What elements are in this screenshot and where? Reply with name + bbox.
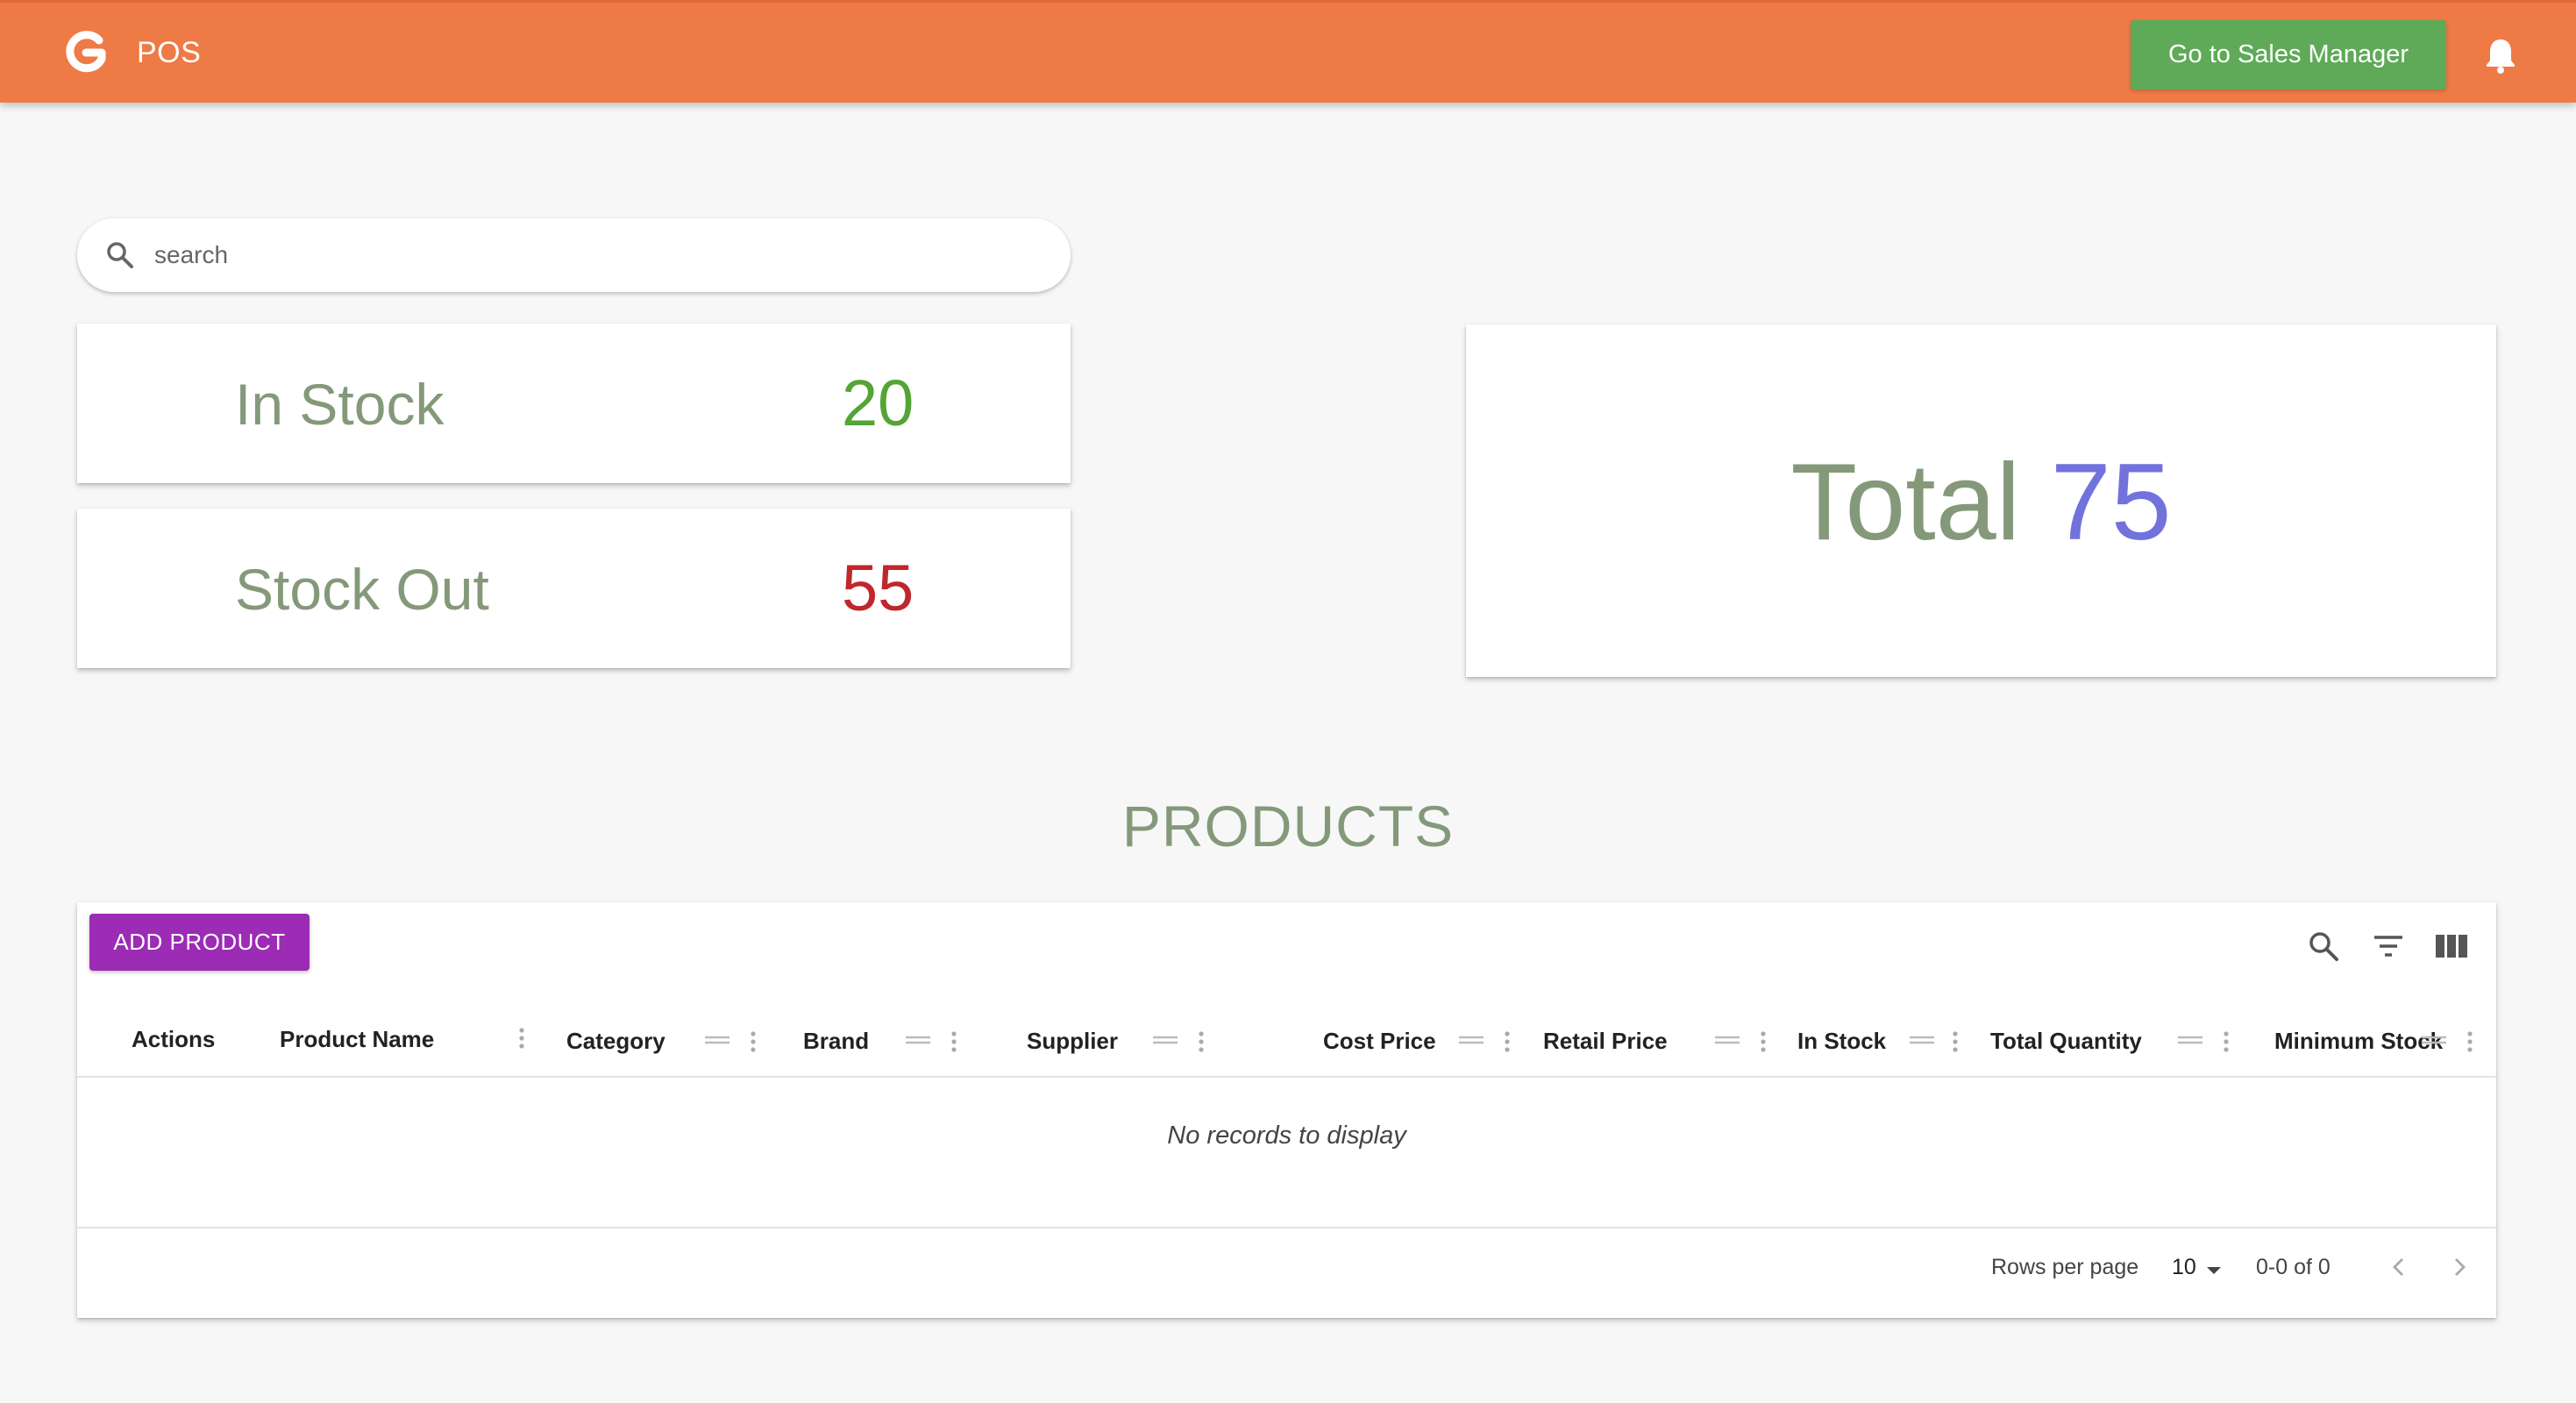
column-label: Actions [132, 1026, 216, 1052]
column-sort-icon[interactable] [2422, 1035, 2446, 1045]
next-page-icon[interactable] [2449, 1255, 2470, 1279]
stock-out-label: Stock Out [235, 557, 489, 622]
rows-per-page-value: 10 [2172, 1255, 2196, 1279]
rows-per-page-select[interactable]: 10 [2167, 1250, 2228, 1285]
column-sort-icon[interactable] [1715, 1035, 1740, 1045]
column-menu-icon[interactable] [1952, 1030, 1959, 1053]
rows-per-page-label: Rows per page [1991, 1255, 2139, 1279]
column-sort-icon[interactable] [2178, 1035, 2202, 1045]
in-stock-label: In Stock [235, 372, 445, 437]
column-header-in-stock[interactable]: In Stock [1778, 981, 1973, 1078]
go-to-sales-manager-button[interactable]: Go to Sales Manager [2131, 20, 2446, 89]
pagination-range: 0-0 of 0 [2256, 1255, 2330, 1279]
search-input[interactable] [154, 231, 1031, 280]
app-bar: POS Go to Sales Manager [0, 0, 2576, 103]
products-table: ADD PRODUCT Actions Product Name Categor… [77, 902, 2496, 1318]
column-sort-icon[interactable] [1459, 1035, 1484, 1045]
column-menu-icon[interactable] [1198, 1030, 1205, 1053]
column-header-supplier[interactable]: Supplier [998, 981, 1261, 1078]
column-header-minimum-stock[interactable]: Minimum Stock [2253, 981, 2496, 1078]
total-value: 75 [2050, 442, 2172, 563]
column-label: Total Quantity [1990, 1028, 2142, 1054]
table-header-row: Actions Product Name Category Brand Supp… [77, 981, 2496, 1078]
column-label: Product Name [280, 1026, 435, 1052]
column-header-actions: Actions [77, 981, 253, 1078]
empty-table-message: No records to display [1167, 1122, 1406, 1150]
column-sort-icon[interactable] [1153, 1035, 1178, 1045]
total-label: Total [1790, 442, 2021, 563]
search-icon [107, 242, 133, 268]
view-columns-icon[interactable] [2434, 929, 2469, 964]
column-label: Supplier [1027, 1028, 1119, 1054]
column-label: Minimum Stock [2274, 1028, 2444, 1054]
column-sort-icon[interactable] [1910, 1035, 1934, 1045]
column-sort-icon[interactable] [906, 1035, 930, 1045]
stock-out-card: Stock Out 55 [77, 509, 1071, 668]
app-logo-icon[interactable] [63, 29, 110, 76]
total-card: Total 75 [1466, 324, 2496, 677]
column-menu-icon[interactable] [2466, 1030, 2473, 1053]
column-header-brand[interactable]: Brand [774, 981, 998, 1078]
column-menu-icon[interactable] [950, 1030, 957, 1053]
notification-bell-icon[interactable] [2483, 36, 2518, 75]
column-header-cost-price[interactable]: Cost Price [1261, 981, 1524, 1078]
stock-out-value: 55 [842, 552, 914, 624]
column-menu-icon[interactable] [1760, 1030, 1767, 1053]
filter-icon[interactable] [2371, 929, 2406, 964]
column-menu-icon[interactable] [518, 1027, 525, 1050]
column-label: In Stock [1797, 1028, 1887, 1054]
column-header-category[interactable]: Category [551, 981, 774, 1078]
in-stock-value: 20 [842, 367, 914, 439]
previous-page-icon[interactable] [2388, 1255, 2409, 1279]
app-title: POS [137, 36, 202, 69]
column-label: Category [566, 1028, 665, 1054]
column-sort-icon[interactable] [705, 1035, 729, 1045]
column-menu-icon[interactable] [1504, 1030, 1511, 1053]
column-menu-icon[interactable] [2223, 1030, 2230, 1053]
in-stock-card: In Stock 20 [77, 324, 1071, 483]
column-label: Brand [803, 1028, 870, 1054]
search-bar[interactable] [77, 218, 1071, 292]
total-display: Total 75 [1466, 440, 2496, 565]
column-header-total-quantity[interactable]: Total Quantity [1973, 981, 2253, 1078]
column-menu-icon[interactable] [750, 1030, 757, 1053]
column-header-product-name[interactable]: Product Name [253, 981, 551, 1078]
table-pagination: Rows per page 10 0-0 of 0 [77, 1227, 2496, 1318]
dropdown-arrow-icon [2207, 1267, 2221, 1274]
table-search-icon[interactable] [2306, 929, 2341, 964]
column-label: Retail Price [1543, 1028, 1668, 1054]
column-header-retail-price[interactable]: Retail Price [1524, 981, 1778, 1078]
column-label: Cost Price [1323, 1028, 1436, 1054]
products-title: PRODUCTS [1121, 794, 1455, 858]
add-product-button[interactable]: ADD PRODUCT [89, 914, 310, 971]
